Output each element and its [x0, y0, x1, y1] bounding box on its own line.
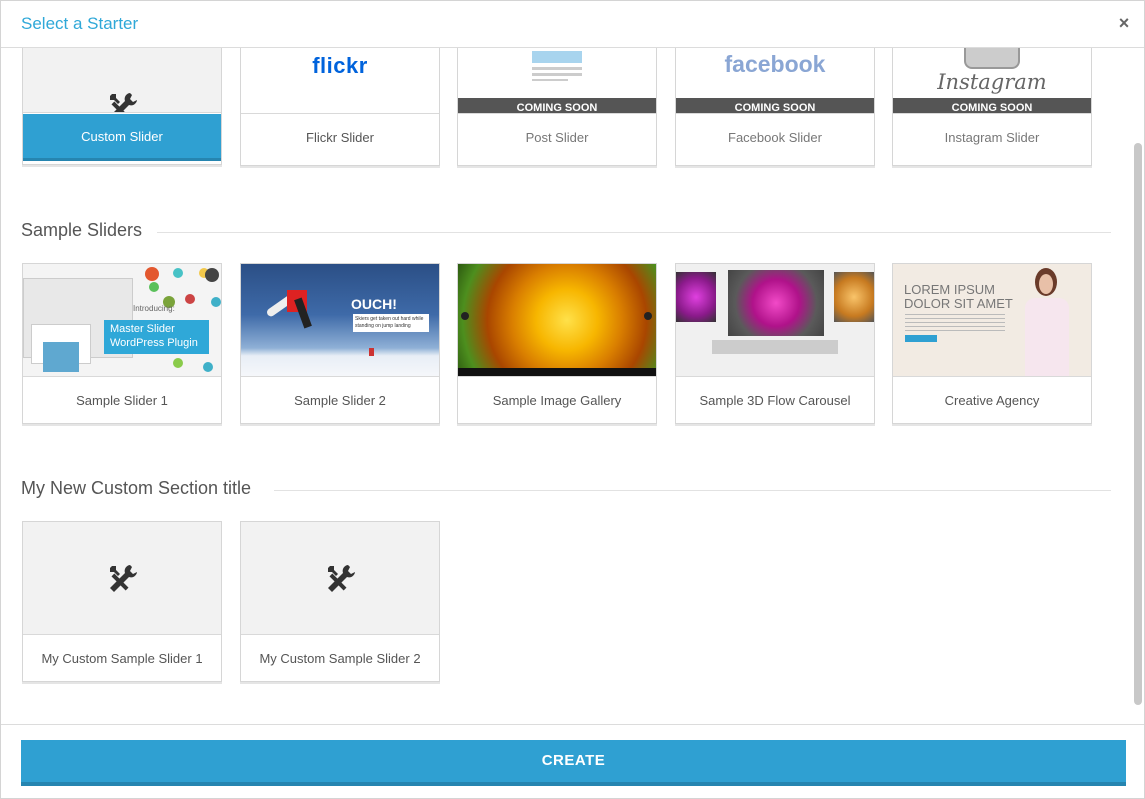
- sample-thumb: OUCH! Skiers get taken out hard while st…: [241, 264, 439, 377]
- sample-label: Sample Image Gallery: [492, 393, 622, 408]
- woman-figure: [1021, 268, 1073, 376]
- starter-label: Post Slider: [525, 130, 589, 145]
- starter-thumb: [23, 48, 221, 113]
- section-divider: [157, 232, 1111, 233]
- starter-card-custom-slider[interactable]: Custom Slider: [22, 48, 222, 165]
- slider-overlay-box: Master Slider WordPress Plugin: [104, 320, 209, 354]
- custom-label: My Custom Sample Slider 1: [41, 651, 203, 666]
- bubble-icon: [211, 297, 221, 307]
- bubble-icon: [203, 362, 213, 372]
- vertical-scrollbar[interactable]: [1134, 48, 1144, 724]
- sample-thumb: Introducing: Master Slider WordPress Plu…: [23, 264, 221, 377]
- prev-arrow-icon: [461, 312, 469, 320]
- section-title-sample-sliders: Sample Sliders: [21, 220, 143, 240]
- snowboarder-figure: [265, 284, 321, 329]
- sample-card-creative-agency[interactable]: LOREM IPSUM DOLOR SIT AMET Creative Agen…: [892, 263, 1092, 424]
- bubble-icon: [149, 282, 159, 292]
- starter-thumb: Instagram COMING SOON: [893, 48, 1091, 114]
- coming-soon-badge: COMING SOON: [893, 98, 1091, 113]
- sample-label: Creative Agency: [944, 393, 1040, 408]
- sample-label: Sample Slider 2: [294, 393, 386, 408]
- instagram-logo: Instagram: [937, 70, 1047, 94]
- starter-label: Facebook Slider: [728, 130, 822, 145]
- learn-more-mini-button: [905, 335, 937, 342]
- custom-thumb: [23, 522, 221, 635]
- tools-icon: [110, 565, 137, 592]
- sample-card-image-gallery[interactable]: Sample Image Gallery: [457, 263, 657, 424]
- starter-thumb: facebook COMING SOON: [676, 48, 874, 114]
- facebook-logo: facebook: [724, 51, 826, 77]
- bubble-icon: [173, 358, 183, 368]
- sample-label: Sample 3D Flow Carousel: [699, 393, 851, 408]
- sample-thumb: [458, 264, 656, 377]
- sample-label: Sample Slider 1: [76, 393, 168, 408]
- starter-card-flickr-slider[interactable]: flickr Flickr Slider: [240, 48, 440, 166]
- bubble-icon: [173, 268, 183, 278]
- create-button[interactable]: CREATE: [21, 740, 1126, 786]
- sample-card-slider-2[interactable]: OUCH! Skiers get taken out hard while st…: [240, 263, 440, 424]
- instagram-camera-icon: [964, 48, 1020, 69]
- sample-thumb: LOREM IPSUM DOLOR SIT AMET: [893, 264, 1091, 377]
- dialog-footer: CREATE: [1, 724, 1144, 798]
- coming-soon-badge: COMING SOON: [676, 98, 874, 113]
- starter-label: Custom Slider: [23, 114, 221, 161]
- sample-card-slider-1[interactable]: Introducing: Master Slider WordPress Plu…: [22, 263, 222, 424]
- sample-thumb: [676, 264, 874, 377]
- post-icon: [532, 51, 582, 81]
- flickr-logo: flickr: [312, 53, 368, 78]
- custom-thumb: [241, 522, 439, 635]
- scrollbar-thumb[interactable]: [1134, 143, 1142, 705]
- section-divider: [274, 490, 1111, 491]
- starter-card-post-slider[interactable]: COMING SOON Post Slider: [457, 48, 657, 166]
- close-icon[interactable]: ×: [1114, 13, 1134, 33]
- starter-list[interactable]: Custom Slider flickr Flickr Slider COMIN…: [1, 48, 1131, 724]
- dialog-header: Select a Starter ×: [1, 1, 1144, 48]
- next-arrow-icon: [644, 312, 652, 320]
- starter-card-instagram-slider[interactable]: Instagram COMING SOON Instagram Slider: [892, 48, 1092, 166]
- starter-label: Flickr Slider: [306, 130, 374, 145]
- section-title-custom: My New Custom Section title: [21, 478, 252, 498]
- tools-icon: [110, 93, 137, 112]
- compass-icon: [205, 268, 219, 282]
- dialog-title: Select a Starter: [21, 14, 139, 33]
- sample-card-3d-flow-carousel[interactable]: Sample 3D Flow Carousel: [675, 263, 875, 424]
- starter-label: Instagram Slider: [944, 130, 1040, 145]
- starter-thumb: flickr: [241, 48, 439, 114]
- select-starter-dialog: Select a Starter × Custom Slider flickr: [0, 0, 1145, 799]
- bubble-icon: [145, 267, 159, 281]
- tools-icon: [328, 565, 355, 592]
- custom-label: My Custom Sample Slider 2: [259, 651, 421, 666]
- custom-card-slider-1[interactable]: My Custom Sample Slider 1: [22, 521, 222, 682]
- starter-thumb: COMING SOON: [458, 48, 656, 114]
- starter-card-facebook-slider[interactable]: facebook COMING SOON Facebook Slider: [675, 48, 875, 166]
- coming-soon-badge: COMING SOON: [458, 98, 656, 113]
- custom-card-slider-2[interactable]: My Custom Sample Slider 2: [240, 521, 440, 682]
- bubble-icon: [185, 294, 195, 304]
